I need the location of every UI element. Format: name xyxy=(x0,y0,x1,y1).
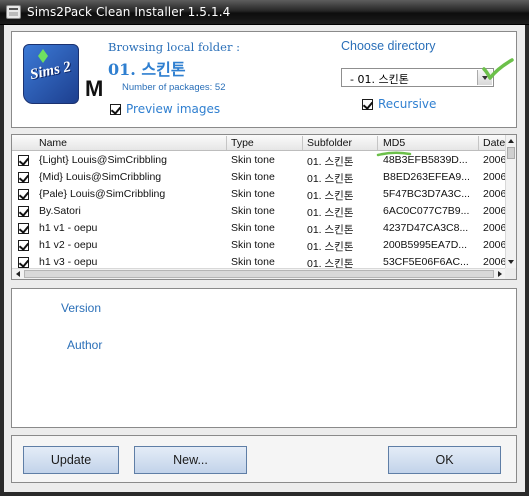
cell-name: By.Satori xyxy=(39,205,81,217)
cell-md5: 5F47BC3D7A3C... xyxy=(383,188,470,200)
scroll-down-icon[interactable] xyxy=(508,260,514,264)
cell-date: 2006 xyxy=(483,188,506,200)
row-checkbox[interactable] xyxy=(18,240,29,251)
checkbox-icon[interactable] xyxy=(110,103,121,115)
cell-date: 2006 xyxy=(483,154,506,166)
column-divider[interactable] xyxy=(478,136,479,150)
logo-overflow-text: M xyxy=(85,76,104,101)
new-button[interactable]: New... xyxy=(134,446,247,474)
table-row[interactable]: {Pale} Louis@SimCribbling Skin tone 01. … xyxy=(12,186,506,203)
version-label: Version xyxy=(61,301,102,315)
table-row[interactable]: By.Satori Skin tone 01. 스킨톤 6AC0C077C7B9… xyxy=(12,203,506,220)
preview-images-checkbox[interactable]: Preview images xyxy=(110,102,220,116)
row-checkbox[interactable] xyxy=(18,189,29,200)
button-bar: Update New... OK xyxy=(11,435,517,483)
table-row[interactable]: h1 v2 - oepu Skin tone 01. 스킨톤 200B5995E… xyxy=(12,237,506,254)
scroll-up-icon[interactable] xyxy=(508,139,514,143)
app-icon xyxy=(6,5,21,19)
cell-date: 2006 xyxy=(483,171,506,183)
cell-type: Skin tone xyxy=(231,171,275,183)
column-md5[interactable]: MD5 xyxy=(383,137,405,149)
cell-type: Skin tone xyxy=(231,188,275,200)
cell-type: Skin tone xyxy=(231,205,275,217)
folder-name: 01. 스킨톤 xyxy=(108,60,186,79)
table-row[interactable]: {Light} Louis@SimCribbling Skin tone 01.… xyxy=(12,152,506,169)
directory-select[interactable]: - 01. 스킨톤 xyxy=(341,68,494,87)
row-checkbox[interactable] xyxy=(18,257,29,268)
cell-md5: B8ED263EFEA9... xyxy=(383,171,470,183)
cell-date: 2006 xyxy=(483,205,506,217)
cell-name: {Light} Louis@SimCribbling xyxy=(39,154,167,166)
cell-name: {Mid} Louis@SimCribbling xyxy=(39,171,162,183)
recursive-checkbox[interactable]: Recursive xyxy=(362,97,436,111)
cell-subfolder: 01. 스킨톤 xyxy=(307,173,354,185)
browse-label: Browsing local folder : xyxy=(108,40,241,54)
scroll-thumb[interactable] xyxy=(24,270,494,278)
scrollbar-corner xyxy=(505,268,516,279)
package-count: Number of packages: 52 xyxy=(122,82,226,93)
cell-type: Skin tone xyxy=(231,222,275,234)
update-button[interactable]: Update xyxy=(23,446,119,474)
cell-name: h1 v1 - oepu xyxy=(39,222,98,234)
cell-subfolder: 01. 스킨톤 xyxy=(307,241,354,253)
cell-name: {Pale} Louis@SimCribbling xyxy=(39,188,166,200)
cell-date: 2006 xyxy=(483,239,506,251)
table-row[interactable]: {Mid} Louis@SimCribbling Skin tone 01. 스… xyxy=(12,169,506,186)
green-underline-annotation-icon xyxy=(376,151,412,157)
cell-subfolder: 01. 스킨톤 xyxy=(307,190,354,202)
sims2-logo: Sims 2 xyxy=(23,44,79,104)
table-row[interactable]: h1 v3 - oepu Skin tone 01. 스킨톤 53CF5E06F… xyxy=(12,254,506,269)
column-divider[interactable] xyxy=(302,136,303,150)
row-checkbox[interactable] xyxy=(18,172,29,183)
scroll-left-icon[interactable] xyxy=(16,271,20,277)
cell-type: Skin tone xyxy=(231,256,275,268)
row-checkbox[interactable] xyxy=(18,155,29,166)
ok-button[interactable]: OK xyxy=(388,446,501,474)
column-subfolder[interactable]: Subfolder xyxy=(307,137,352,149)
cell-name: h1 v3 - oepu xyxy=(39,256,98,268)
directory-select-value: - 01. 스킨톤 xyxy=(350,73,409,86)
column-date[interactable]: Date xyxy=(483,137,505,149)
logo-text: Sims 2 xyxy=(28,58,73,84)
header-panel: Sims 2 M Browsing local folder : 01. 스킨톤… xyxy=(11,31,517,128)
window-title: Sims2Pack Clean Installer 1.5.1.4 xyxy=(27,5,231,19)
cell-md5: 200B5995EA7D... xyxy=(383,239,468,251)
table-header: Name Type Subfolder MD5 Date xyxy=(12,135,506,151)
cell-subfolder: 01. 스킨톤 xyxy=(307,156,354,168)
cell-name: h1 v2 - oepu xyxy=(39,239,98,251)
column-name[interactable]: Name xyxy=(39,137,67,149)
column-type[interactable]: Type xyxy=(231,137,254,149)
table-row[interactable]: h1 v1 - oepu Skin tone 01. 스킨톤 4237D47CA… xyxy=(12,220,506,237)
cell-md5: 4237D47CA3C8... xyxy=(383,222,469,234)
column-divider[interactable] xyxy=(226,136,227,150)
cell-subfolder: 01. 스킨톤 xyxy=(307,207,354,219)
vertical-scrollbar[interactable] xyxy=(505,135,516,268)
details-panel: Version Author xyxy=(11,288,517,428)
column-divider[interactable] xyxy=(377,136,378,150)
green-check-annotation-icon xyxy=(482,58,514,80)
cell-subfolder: 01. 스킨톤 xyxy=(307,224,354,236)
row-checkbox[interactable] xyxy=(18,206,29,217)
cell-date: 2006 xyxy=(483,256,506,268)
cell-md5: 6AC0C077C7B9... xyxy=(383,205,470,217)
cell-type: Skin tone xyxy=(231,239,275,251)
recursive-label: Recursive xyxy=(378,97,437,111)
cell-type: Skin tone xyxy=(231,154,275,166)
preview-images-label: Preview images xyxy=(126,102,221,116)
cell-date: 2006 xyxy=(483,222,506,234)
horizontal-scrollbar[interactable] xyxy=(12,268,506,279)
checkbox-icon[interactable] xyxy=(362,98,373,110)
scroll-thumb[interactable] xyxy=(507,147,515,159)
package-table: Name Type Subfolder MD5 Date {Light} Lou… xyxy=(11,134,517,280)
title-bar: Sims2Pack Clean Installer 1.5.1.4 xyxy=(0,0,529,25)
table-body: {Light} Louis@SimCribbling Skin tone 01.… xyxy=(12,152,506,269)
scroll-right-icon[interactable] xyxy=(498,271,502,277)
author-label: Author xyxy=(67,338,103,352)
row-checkbox[interactable] xyxy=(18,223,29,234)
plumbob-icon xyxy=(38,49,48,63)
choose-directory-label: Choose directory xyxy=(341,39,436,53)
cell-md5: 53CF5E06F6AC... xyxy=(383,256,469,268)
